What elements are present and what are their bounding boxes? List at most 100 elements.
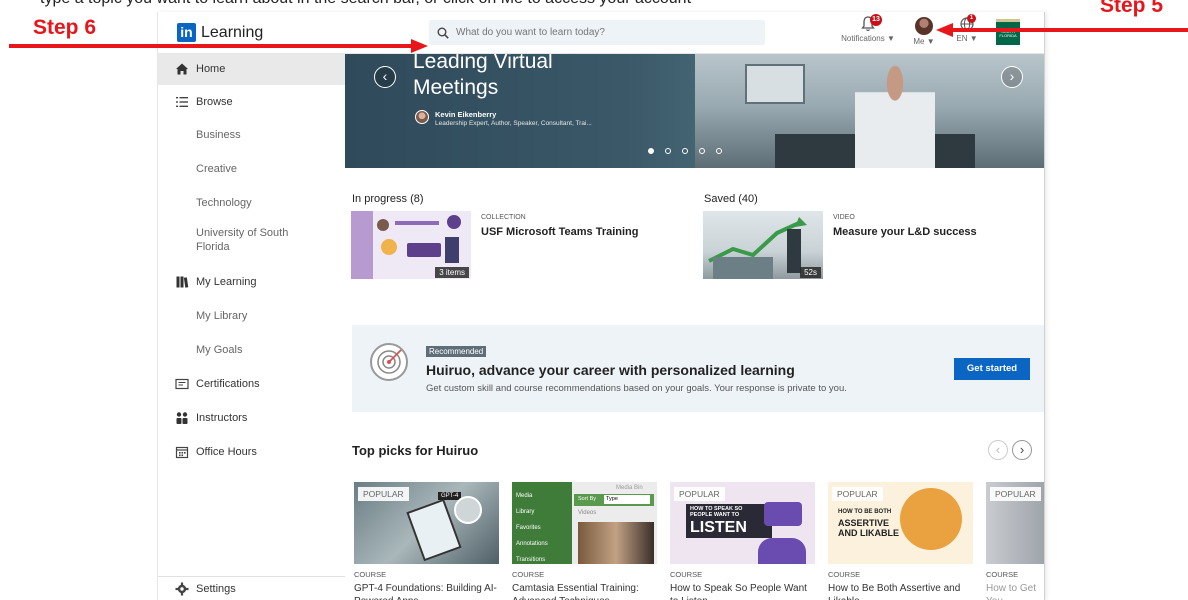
thumb-type-select: Type bbox=[604, 495, 650, 504]
sidebar-item-home[interactable]: Home bbox=[158, 54, 345, 85]
thumb-assertive-big: ASSERTIVE AND LIKABLE bbox=[838, 518, 899, 538]
saved-title[interactable]: Measure your L&D success bbox=[833, 226, 977, 238]
thumb-media-item: Transitions bbox=[516, 557, 546, 563]
popular-badge: POPULAR bbox=[990, 487, 1041, 501]
popular-badge: POPULAR bbox=[358, 487, 409, 501]
thumb-avatar bbox=[381, 239, 397, 255]
hero-course-title[interactable]: Leading Virtual Meetings bbox=[413, 54, 643, 101]
saved-thumbnail[interactable]: 52s bbox=[703, 211, 823, 279]
linkedin-learning-app: in Learning 13 Notifications ▼ Me ▼ 1 EN… bbox=[157, 12, 1045, 600]
thumb-dots-bubble bbox=[407, 243, 441, 257]
course-card[interactable]: HOW TO SPEAK SO PEOPLE WANT TO LISTEN PO… bbox=[670, 482, 815, 600]
thumb-media-item: Library bbox=[516, 509, 535, 515]
thumb-media-bin: Media Bin bbox=[616, 485, 643, 491]
thumb-media-list: Media Library Favorites Annotations Tran… bbox=[516, 488, 572, 564]
search-bar[interactable] bbox=[429, 20, 765, 45]
sidebar-item-browse[interactable]: Browse bbox=[158, 85, 345, 119]
certificate-icon bbox=[175, 378, 189, 390]
thumb-figure bbox=[445, 237, 459, 263]
tutorial-caption: type a topic you want to learn about in … bbox=[40, 0, 691, 8]
sidebar-item-my-library[interactable]: My Library bbox=[158, 300, 345, 334]
thumb-line bbox=[395, 221, 439, 225]
sidebar-item-settings[interactable]: Settings bbox=[158, 576, 345, 600]
sidebar-item-label: Certifications bbox=[196, 378, 260, 390]
sidebar-item-label: My Library bbox=[196, 310, 248, 322]
course-kind: COURSE bbox=[354, 570, 387, 579]
carousel-dot[interactable] bbox=[682, 148, 688, 154]
thumb-media-panel: Media Library Favorites Annotations Tran… bbox=[512, 482, 572, 564]
recommendation-banner: Recommended Huiruo, advance your career … bbox=[352, 325, 1044, 412]
course-title: How to Speak So People Want to Listen bbox=[670, 583, 807, 600]
course-thumbnail: POPULAR bbox=[986, 482, 1044, 564]
carousel-dot[interactable] bbox=[648, 148, 654, 154]
sidebar-item-label: Home bbox=[196, 63, 226, 75]
settings-label: Settings bbox=[196, 583, 236, 595]
get-started-button[interactable]: Get started bbox=[954, 358, 1030, 380]
carousel-dot[interactable] bbox=[699, 148, 705, 154]
in-progress-kind: COLLECTION bbox=[481, 214, 526, 221]
carousel-dot[interactable] bbox=[665, 148, 671, 154]
sidebar-item-my-goals[interactable]: My Goals bbox=[158, 334, 345, 368]
step-6-arrow bbox=[9, 39, 428, 53]
sidebar-item-label: My Learning bbox=[196, 276, 257, 288]
search-input[interactable] bbox=[456, 27, 746, 38]
thumb-media-item: Media bbox=[516, 493, 533, 499]
sidebar-item-university-of-south-florida[interactable]: University of South Florida bbox=[158, 222, 345, 264]
top-picks-heading: Top picks for Huiruo bbox=[352, 443, 479, 458]
course-title: GPT-4 Foundations: Building AI-Powered A… bbox=[354, 583, 497, 600]
hero-prev-button[interactable]: ‹ bbox=[374, 66, 396, 88]
in-progress-thumbnail[interactable]: 3 items bbox=[351, 211, 471, 279]
course-thumbnail: HOW TO SPEAK SO PEOPLE WANT TO LISTEN PO… bbox=[670, 482, 815, 564]
course-card[interactable]: GPT-4 POPULAR COURSE GPT-4 Foundations: … bbox=[354, 482, 499, 600]
sidebar-item-label: Browse bbox=[196, 96, 233, 108]
saved-heading[interactable]: Saved (40) bbox=[704, 193, 758, 205]
hero-author-avatar bbox=[415, 110, 429, 124]
sidebar-item-technology[interactable]: Technology bbox=[158, 187, 345, 221]
screenshot-stage: type a topic you want to learn about in … bbox=[0, 0, 1188, 600]
course-thumbnail: Media Library Favorites Annotations Tran… bbox=[512, 482, 657, 564]
course-thumbnail: HOW TO BE BOTH ASSERTIVE AND LIKABLE POP… bbox=[828, 482, 973, 564]
carousel-dot[interactable] bbox=[716, 148, 722, 154]
sidebar-item-label: Office Hours bbox=[196, 446, 257, 458]
list-icon bbox=[176, 97, 188, 107]
thumb-listen-top: HOW TO SPEAK SO PEOPLE WANT TO bbox=[690, 506, 743, 518]
books-icon bbox=[176, 276, 189, 288]
thumb-sidebar-strip bbox=[351, 211, 373, 279]
thumb-media-item: Favorites bbox=[516, 525, 541, 531]
course-card[interactable]: HOW TO BE BOTH ASSERTIVE AND LIKABLE POP… bbox=[828, 482, 973, 600]
hero-author-role: Leadership Expert, Author, Speaker, Cons… bbox=[435, 120, 592, 127]
thumb-person-icon bbox=[377, 219, 389, 231]
sidebar-item-label: Business bbox=[196, 129, 241, 141]
notifications-button[interactable]: 13 Notifications ▼ bbox=[839, 14, 897, 43]
thumb-video-frame bbox=[578, 522, 654, 564]
course-card[interactable]: POPULAR COURSE How to Get You bbox=[986, 482, 1044, 600]
course-kind: COURSE bbox=[828, 570, 861, 579]
target-icon bbox=[370, 343, 408, 381]
picks-next-button[interactable]: › bbox=[1012, 440, 1032, 460]
hero-next-button[interactable]: › bbox=[1001, 66, 1023, 88]
picks-prev-button[interactable]: ‹ bbox=[988, 440, 1008, 460]
hero-room-screen bbox=[745, 64, 805, 104]
sidebar-item-certifications[interactable]: Certifications bbox=[158, 368, 345, 402]
in-progress-title[interactable]: USF Microsoft Teams Training bbox=[481, 226, 639, 238]
thumb-media-item: Annotations bbox=[516, 541, 548, 547]
sidebar-item-my-learning[interactable]: My Learning bbox=[158, 266, 345, 300]
thumb-videos-label: Videos bbox=[578, 510, 597, 516]
hero-carousel[interactable]: ‹ › Leading Virtual Meetings Kevin Eiken… bbox=[345, 54, 1044, 168]
thumb-smiley-face bbox=[900, 488, 962, 550]
thumb-listen-big: LISTEN bbox=[690, 519, 747, 536]
in-progress-heading[interactable]: In progress (8) bbox=[352, 193, 424, 205]
left-sidebar: Home Browse Business Creative Technology… bbox=[158, 54, 345, 600]
thumb-sort-bar: Sort By Type bbox=[574, 494, 654, 506]
sidebar-item-business[interactable]: Business bbox=[158, 119, 345, 153]
sidebar-item-creative[interactable]: Creative bbox=[158, 153, 345, 187]
sidebar-item-office-hours[interactable]: Office Hours bbox=[158, 436, 345, 470]
hero-author-name[interactable]: Kevin Eikenberry bbox=[435, 110, 496, 119]
recommendation-subtitle: Get custom skill and course recommendati… bbox=[426, 383, 847, 394]
course-title: How to Be Both Assertive and Likable bbox=[828, 583, 961, 600]
course-card[interactable]: Media Library Favorites Annotations Tran… bbox=[512, 482, 657, 600]
sidebar-item-instructors[interactable]: Instructors bbox=[158, 402, 345, 436]
in-progress-item-count: 3 items bbox=[435, 267, 469, 278]
saved-kind: VIDEO bbox=[833, 214, 855, 221]
thumb-audience bbox=[713, 257, 773, 279]
